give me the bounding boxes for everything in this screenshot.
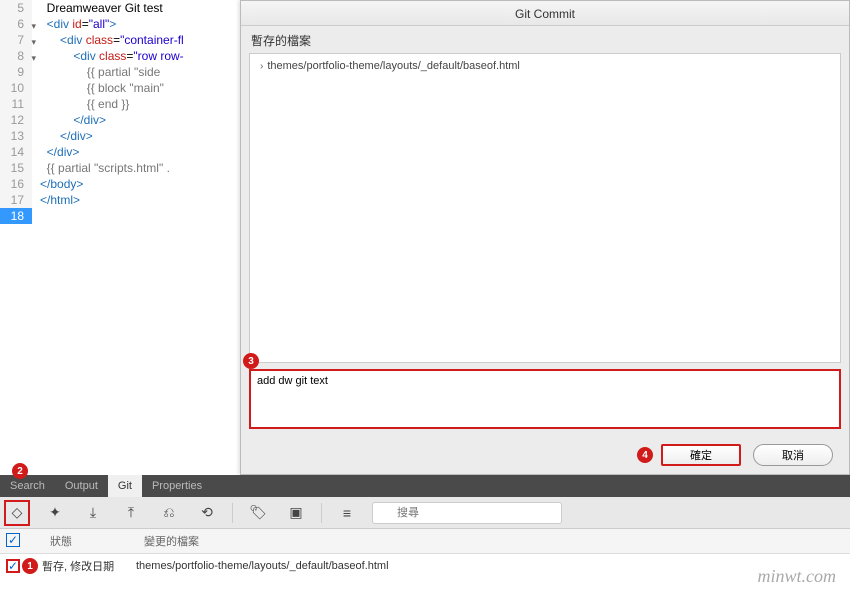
status-column-header: 狀態 [20, 533, 144, 549]
staged-files-label: 暫存的檔案 [241, 26, 849, 53]
code-line[interactable]: 13 </div> [0, 128, 240, 144]
dialog-title: Git Commit [241, 1, 849, 26]
code-line[interactable]: 5 Dreamweaver Git test [0, 0, 240, 16]
tab-search[interactable]: Search [0, 475, 55, 497]
file-column-header: 變更的檔案 [144, 533, 850, 549]
more-icon[interactable]: ≡ [334, 500, 360, 526]
code-line[interactable]: 9 {{ partial "side [0, 64, 240, 80]
confirm-button[interactable]: 確定 [661, 444, 741, 466]
chevron-right-icon: › [260, 61, 263, 72]
code-line[interactable]: 18 [0, 208, 240, 224]
code-line[interactable]: 14 </div> [0, 144, 240, 160]
terminal-icon[interactable]: ▣ [283, 500, 309, 526]
select-all-checkbox[interactable]: ✓ [6, 533, 20, 547]
code-editor[interactable]: 5 Dreamweaver Git test6▾ <div id="all">7… [0, 0, 240, 475]
file-list-header: ✓ 狀態 變更的檔案 [0, 529, 850, 554]
merge-icon[interactable]: ⟲ [194, 500, 220, 526]
code-line[interactable]: 10 {{ block "main" [0, 80, 240, 96]
code-line[interactable]: 11 {{ end }} [0, 96, 240, 112]
tab-git[interactable]: Git [108, 475, 142, 497]
file-checkbox[interactable]: ✓ [6, 559, 20, 573]
commit-icon[interactable]: ◇ [4, 500, 30, 526]
cancel-button[interactable]: 取消 [753, 444, 833, 466]
staged-file-path: themes/portfolio-theme/layouts/_default/… [267, 60, 520, 72]
search-input[interactable] [372, 502, 562, 524]
annotation-marker-1: 1 [22, 558, 38, 574]
push-icon[interactable]: ⤒ [118, 500, 144, 526]
file-status: 暫存, 修改日期 [38, 558, 136, 574]
staged-files-list: › themes/portfolio-theme/layouts/_defaul… [249, 53, 841, 363]
bottom-panel: 2 Search Output Git Properties ◇ ✦ ⤓ ⤒ ⎌… [0, 475, 850, 595]
commit-message-input[interactable] [249, 369, 841, 429]
tab-properties[interactable]: Properties [142, 475, 212, 497]
tag-icon[interactable]: 🏷 [245, 500, 271, 526]
fetch-icon[interactable]: ✦ [42, 500, 68, 526]
git-commit-dialog: Git Commit 暫存的檔案 › themes/portfolio-them… [240, 0, 850, 475]
staged-file-item[interactable]: › themes/portfolio-theme/layouts/_defaul… [250, 54, 840, 78]
code-line[interactable]: 12 </div> [0, 112, 240, 128]
code-line[interactable]: 17</html> [0, 192, 240, 208]
git-toolbar: ◇ ✦ ⤓ ⤒ ⎌ ⟲ 🏷 ▣ ≡ [0, 497, 850, 529]
annotation-marker-4: 4 [637, 447, 653, 463]
watermark-text: minwt.com [758, 566, 837, 587]
code-line[interactable]: 6▾ <div id="all"> [0, 16, 240, 32]
annotation-marker-3: 3 [243, 353, 259, 369]
separator [321, 503, 322, 523]
panel-tabs: 2 Search Output Git Properties [0, 475, 850, 497]
code-line[interactable]: 16</body> [0, 176, 240, 192]
code-line[interactable]: 8▾ <div class="row row- [0, 48, 240, 64]
file-path: themes/portfolio-theme/layouts/_default/… [136, 560, 850, 572]
code-line[interactable]: 15 {{ partial "scripts.html" . [0, 160, 240, 176]
branch-icon[interactable]: ⎌ [156, 500, 182, 526]
separator [232, 503, 233, 523]
file-row[interactable]: ✓ 1 暫存, 修改日期 themes/portfolio-theme/layo… [0, 554, 850, 578]
tab-output[interactable]: Output [55, 475, 108, 497]
code-line[interactable]: 7▾ <div class="container-fl [0, 32, 240, 48]
pull-icon[interactable]: ⤓ [80, 500, 106, 526]
annotation-marker-2: 2 [12, 463, 28, 479]
